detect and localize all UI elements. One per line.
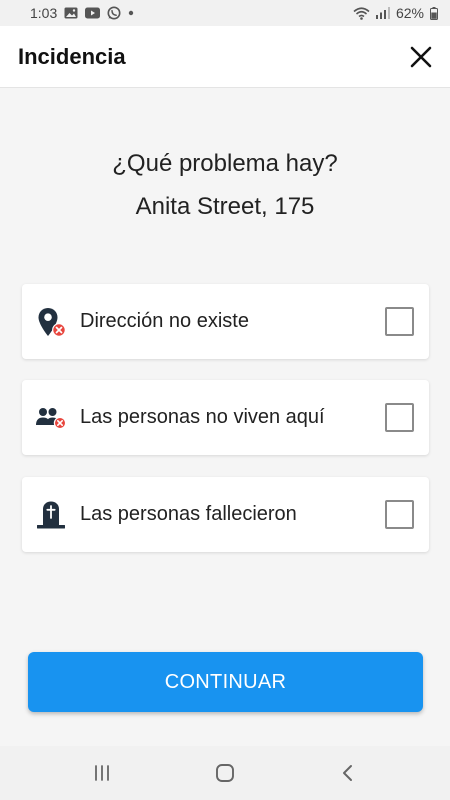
status-right: 62%	[353, 5, 438, 21]
recent-apps-icon	[94, 765, 109, 781]
option-label: Las personas no viven aquí	[80, 406, 325, 428]
close-button[interactable]	[408, 44, 434, 70]
option-checkbox[interactable]	[385, 307, 414, 336]
close-icon	[410, 46, 432, 67]
whatsapp-icon	[107, 6, 121, 20]
question-title: ¿Qué problema hay?	[112, 150, 338, 177]
option-people-deceased[interactable]: Las personas fallecieron	[22, 477, 429, 552]
page-title: Incidencia	[18, 43, 126, 69]
app-header: Incidencia	[0, 26, 450, 88]
address-text: Anita Street, 175	[135, 193, 315, 220]
status-left: 1:03	[30, 5, 134, 21]
battery-percentage: 62%	[395, 5, 424, 21]
continue-button[interactable]: CONTINUAR	[28, 652, 423, 712]
recent-apps-button[interactable]	[82, 753, 122, 793]
gravestone-icon	[34, 498, 68, 532]
gallery-icon	[64, 7, 78, 19]
option-people-not-live-here[interactable]: Las personas no viven aquí	[22, 380, 429, 455]
signal-icon	[375, 7, 390, 19]
back-icon	[343, 765, 353, 781]
option-address-not-exist[interactable]: Dirección no existe	[22, 284, 429, 359]
people-error-icon	[34, 401, 68, 435]
youtube-icon	[85, 7, 101, 19]
option-label: Dirección no existe	[80, 310, 249, 332]
system-nav-bar	[0, 746, 450, 800]
home-icon	[216, 764, 234, 782]
location-error-icon	[34, 305, 68, 339]
status-time: 1:03	[30, 5, 58, 21]
status-bar: 1:03 62%	[0, 0, 450, 26]
home-button[interactable]	[205, 753, 245, 793]
option-label: Las personas fallecieron	[80, 503, 297, 525]
option-checkbox[interactable]	[385, 403, 414, 432]
wifi-icon	[353, 6, 370, 20]
back-button[interactable]	[328, 753, 368, 793]
dot-icon	[128, 10, 134, 16]
battery-icon	[430, 6, 438, 20]
option-checkbox[interactable]	[385, 500, 414, 529]
